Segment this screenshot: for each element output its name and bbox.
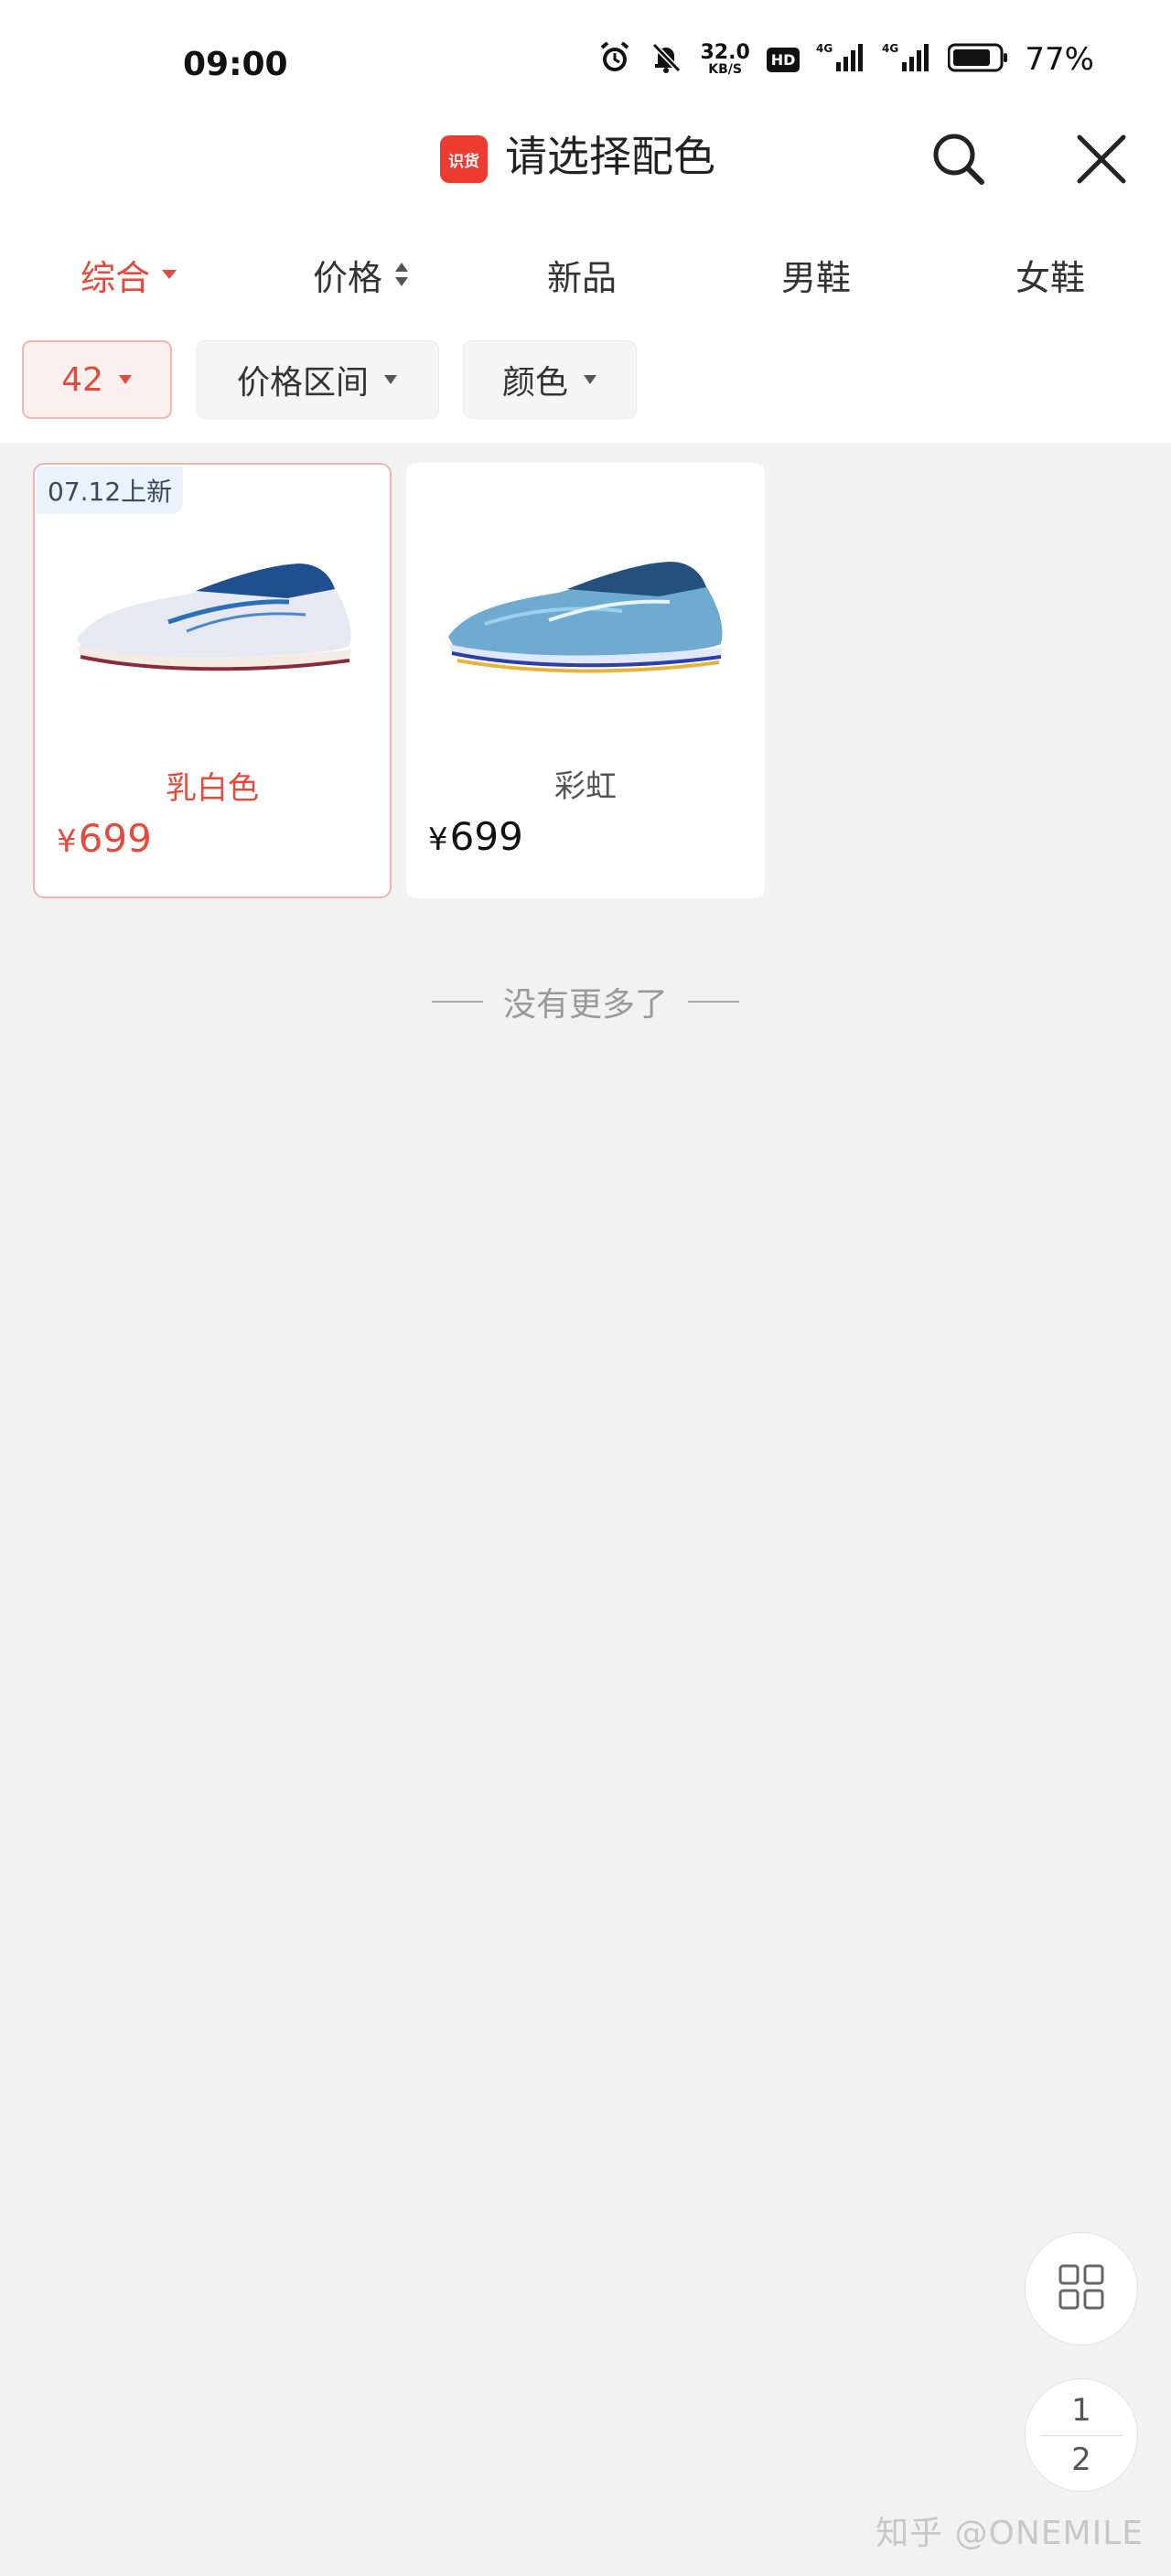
signal-2-label: 4G	[882, 42, 898, 55]
grid-view-icon	[1058, 2263, 1105, 2314]
sort-tabs: 综合 价格 新品 男鞋 女鞋	[0, 240, 1171, 309]
product-price: ¥699	[57, 816, 152, 861]
product-card[interactable]: 07.12上新 乳白色 ¥699	[33, 463, 392, 898]
page-total: 2	[1071, 2441, 1091, 2478]
tab-new[interactable]: 新品	[547, 240, 617, 309]
product-color-name: 彩虹	[554, 768, 617, 805]
size-filter-chip[interactable]: 42	[22, 340, 172, 419]
search-button[interactable]	[924, 126, 994, 196]
price-value: 699	[78, 816, 152, 861]
product-image	[448, 562, 723, 673]
end-of-list-notice: 没有更多了	[0, 977, 1171, 1026]
tab-label: 综合	[81, 257, 151, 298]
network-speed-value: 32.0	[700, 41, 750, 64]
chip-label: 价格区间	[236, 364, 369, 402]
mute-bell-icon	[649, 40, 683, 79]
grid-view-button[interactable]	[1025, 2232, 1138, 2345]
signal-icon: 4G	[882, 42, 931, 77]
product-card[interactable]: 彩虹 ¥699	[406, 463, 765, 898]
alarm-icon	[597, 40, 632, 79]
network-speed-unit: KB/S	[708, 62, 742, 77]
divider	[688, 1001, 739, 1003]
caret-down-icon	[161, 268, 177, 281]
status-icons: 32.0 KB/S HD 4G 4G 77%	[597, 40, 1094, 79]
signal-icon: 4G	[816, 42, 865, 77]
sort-updown-icon	[393, 259, 410, 290]
header: 识货 请选择配色	[0, 119, 1171, 220]
close-button[interactable]	[1067, 126, 1136, 196]
caret-down-icon	[583, 374, 597, 385]
caret-down-icon	[118, 374, 133, 385]
price-range-chip[interactable]: 价格区间	[196, 340, 439, 419]
battery-percent: 77%	[1025, 41, 1094, 78]
filter-chips: 42 价格区间 颜色	[0, 340, 1171, 423]
page-title: 请选择配色	[505, 132, 715, 181]
caret-down-icon	[383, 374, 398, 385]
page-divider	[1040, 2434, 1123, 2436]
tab-women[interactable]: 女鞋	[1015, 240, 1085, 309]
status-bar: 09:00 32.0 KB/S HD 4G 4G 77%	[0, 0, 1171, 119]
new-arrival-tag: 07.12上新	[37, 467, 184, 514]
tab-comprehensive[interactable]: 综合	[81, 240, 177, 309]
product-image	[77, 564, 351, 671]
price-value: 699	[449, 814, 523, 859]
tab-label: 价格	[313, 257, 383, 298]
search-icon	[930, 131, 987, 191]
color-filter-chip[interactable]: 颜色	[463, 340, 637, 419]
page-indicator-button[interactable]: 1 2	[1025, 2378, 1138, 2492]
status-time: 09:00	[183, 46, 288, 83]
signal-1-label: 4G	[816, 42, 833, 55]
product-color-name: 乳白色	[166, 770, 259, 807]
tab-label: 新品	[547, 257, 618, 298]
end-of-list-text: 没有更多了	[502, 986, 668, 1024]
battery-icon	[947, 43, 1008, 76]
chip-label: 颜色	[501, 364, 568, 402]
product-price: ¥699	[428, 814, 523, 859]
hd-icon: HD	[766, 47, 800, 72]
watermark: 知乎 @ONEMILE	[876, 2515, 1144, 2552]
divider	[431, 1001, 483, 1003]
top-panel: 09:00 32.0 KB/S HD 4G 4G 77% 识货 请选择配色 综合…	[0, 0, 1171, 443]
close-icon	[1076, 134, 1127, 188]
tab-label: 男鞋	[781, 257, 852, 298]
brand-logo: 识货	[440, 135, 488, 183]
chip-label: 42	[61, 360, 103, 399]
tab-label: 女鞋	[1015, 257, 1086, 298]
tab-price[interactable]: 价格	[313, 240, 410, 309]
currency-symbol: ¥	[57, 823, 77, 860]
currency-symbol: ¥	[428, 821, 448, 858]
tab-men[interactable]: 男鞋	[781, 240, 851, 309]
page-current: 1	[1071, 2391, 1091, 2429]
network-speed: 32.0 KB/S	[700, 41, 750, 77]
